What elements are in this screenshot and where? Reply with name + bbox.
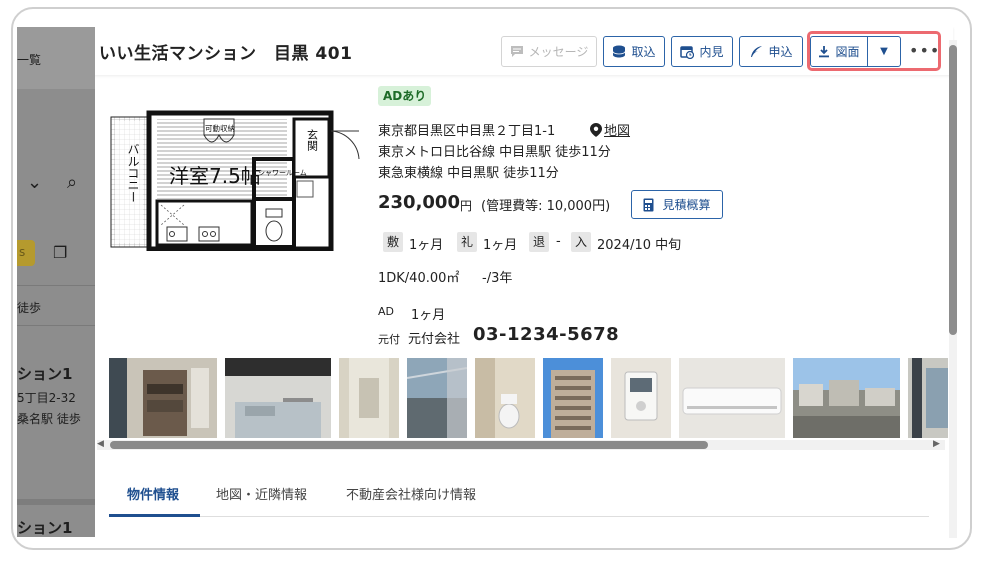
copy-icon: ❐	[53, 243, 68, 262]
tab-map-neighborhood[interactable]: 地図・近隣情報	[216, 484, 307, 503]
ad-badge: ADあり	[378, 86, 432, 106]
key-money-value: 1ヶ月	[483, 238, 518, 253]
active-tab-indicator	[109, 514, 200, 517]
feather-pen-icon	[751, 45, 763, 57]
message-button-label: メッセージ	[528, 45, 589, 59]
database-import-icon	[613, 45, 626, 58]
photo-thumbnail[interactable]	[611, 358, 671, 438]
background-page: 一覧 ⌄ ⌕ s ❐ 徒歩 ション1 5丁目2-32 桑名駅 徒歩 ション1	[17, 27, 97, 537]
scroll-left-arrow-icon[interactable]: ◀	[97, 439, 104, 449]
motozuke-label: 元付	[378, 333, 400, 346]
entrance-label: 玄関	[306, 128, 319, 151]
motozuke-company: 元付会社	[408, 332, 461, 347]
storage-label: 可動収納	[205, 123, 235, 133]
deposit-tag: 敷	[383, 232, 404, 252]
tab-agent-info[interactable]: 不動産会社様向け情報	[346, 484, 476, 503]
import-button[interactable]: 取込	[603, 36, 665, 67]
move-out-value: -	[556, 234, 561, 249]
photo-thumbnail[interactable]	[679, 358, 785, 438]
rent-unit: 円	[460, 199, 473, 213]
page-title: いい生活マンション 目黒 401	[99, 44, 353, 64]
property-detail-modal: 洋室7.5帖 バルコニー 可動収納 玄関 シャワールーム ADあり 東京都目黒区…	[95, 27, 955, 537]
ad-label: AD	[378, 305, 394, 318]
key-money-tag: 礼	[457, 232, 478, 252]
access-line: 東京メトロ日比谷線 中目黒駅 徒歩11分	[378, 145, 611, 160]
chevron-down-icon: ⌄	[27, 172, 43, 193]
modal-scrollbar-thumb[interactable]	[949, 45, 957, 335]
room-label: 洋室7.5帖	[169, 164, 261, 188]
access-line: 東急東横線 中目黒駅 徒歩11分	[378, 166, 559, 181]
import-button-label: 取込	[631, 45, 656, 59]
layout-size: 1DK/40.00㎡	[378, 271, 460, 286]
calendar-clock-icon	[680, 45, 695, 59]
more-options-icon[interactable]: •••	[909, 38, 939, 64]
apply-button-label: 申込	[768, 45, 793, 59]
floor-plan-image[interactable]: 洋室7.5帖 バルコニー 可動収納 玄関 シャワールーム	[109, 109, 361, 251]
photo-thumbnail[interactable]	[225, 358, 331, 438]
shower-label: シャワールーム	[258, 169, 307, 177]
phone-number: 03-1234-5678	[473, 324, 620, 345]
photo-scrollbar-thumb[interactable]	[110, 441, 708, 449]
map-pin-icon	[590, 122, 602, 137]
calculator-icon	[643, 198, 654, 211]
photo-thumbnail[interactable]	[793, 358, 900, 438]
rent-price: 230,000	[378, 192, 460, 213]
photo-thumbnail[interactable]	[109, 358, 217, 438]
deposit-value: 1ヶ月	[409, 238, 444, 253]
search-icon: ⌕	[67, 172, 78, 193]
estimate-button-label: 見積概算	[662, 198, 711, 212]
balcony-label: バルコニー	[126, 143, 140, 203]
modal-header: ✕ いい生活マンション 目黒 401 メッセージ 取込 内	[95, 27, 953, 75]
ad-value: 1ヶ月	[411, 308, 446, 323]
chat-icon	[510, 46, 523, 57]
photo-thumbnail[interactable]	[908, 358, 948, 438]
address: 東京都目黒区中目黒２丁目1-1	[378, 124, 556, 139]
message-button[interactable]: メッセージ	[501, 36, 597, 67]
building-age: -/3年	[482, 271, 513, 286]
move-in-tag: 入	[571, 232, 592, 252]
scroll-right-arrow-icon[interactable]: ▶	[933, 439, 940, 449]
photo-thumbnail[interactable]	[475, 358, 535, 438]
tab-property-info[interactable]: 物件情報	[127, 484, 179, 503]
map-link[interactable]: 地図	[590, 120, 630, 139]
map-link-label: 地図	[604, 124, 631, 139]
photo-thumbnail[interactable]	[543, 358, 603, 438]
viewing-button-label: 内見	[699, 45, 724, 59]
apply-button[interactable]: 申込	[739, 36, 803, 67]
bg-list-text: 一覧	[17, 53, 42, 67]
photo-thumbnail[interactable]	[407, 358, 467, 438]
management-fee: (管理費等: 10,000円)	[481, 199, 611, 214]
move-in-value: 2024/10 中旬	[597, 238, 682, 253]
viewing-button[interactable]: 内見	[671, 36, 733, 67]
estimate-button[interactable]: 見積概算	[631, 190, 723, 219]
move-out-tag: 退	[529, 232, 550, 252]
photo-thumbnail[interactable]	[339, 358, 399, 438]
